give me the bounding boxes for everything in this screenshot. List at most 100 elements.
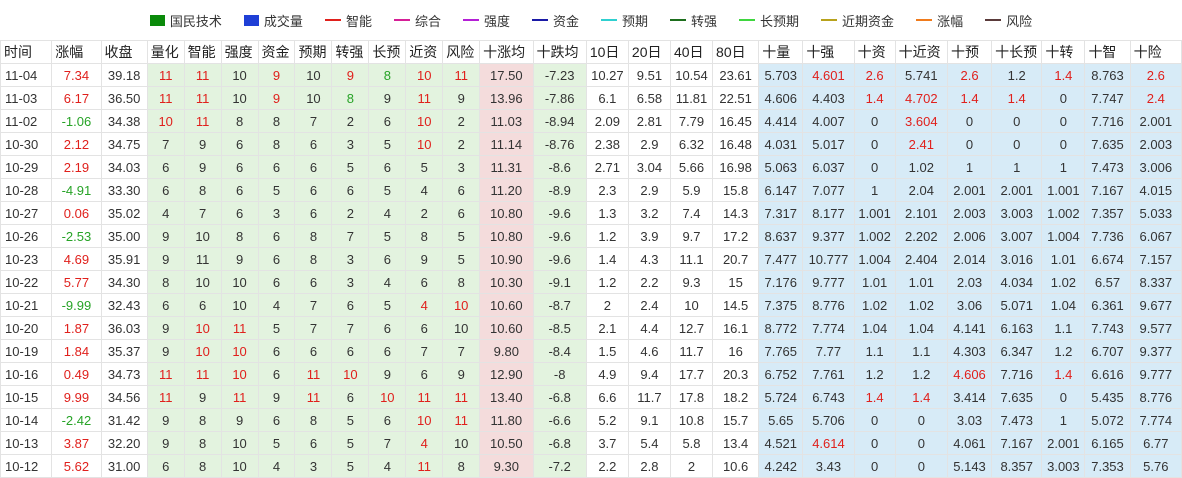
column-header[interactable]: 十转 [1041, 40, 1086, 64]
table-row[interactable]: 10-22 5.77 34.30 8 10 10 6 6 3 4 6 8 10.30 -9.1 1.2 2.2… [0, 270, 1182, 294]
legend-item[interactable]: 长预期 [739, 11, 799, 30]
column-header[interactable]: 十资 [853, 40, 896, 64]
table-row[interactable]: 10-13 3.87 32.20 9 8 10 5 6 5 7 4 10 10.50 -6.8 3.7 5.4… [0, 431, 1182, 455]
table-cell: 5.703 [758, 63, 804, 87]
column-header[interactable]: 预期 [294, 40, 333, 64]
table-cell: 2 [585, 293, 629, 317]
table-cell: 8.337 [1129, 270, 1182, 294]
column-header[interactable]: 转强 [331, 40, 370, 64]
column-header[interactable]: 十量 [758, 40, 804, 64]
column-header[interactable]: 量化 [146, 40, 185, 64]
column-header[interactable]: 十强 [802, 40, 855, 64]
table-cell: 6 [368, 155, 407, 179]
table-row[interactable]: 10-20 1.87 36.03 9 10 11 5 7 7 6 6 10 10.60 -8.5 2.1 4.… [0, 316, 1182, 340]
column-header[interactable]: 风险 [442, 40, 481, 64]
table-cell: 11 [442, 63, 481, 87]
legend-item[interactable]: 强度 [462, 11, 510, 30]
table-row[interactable]: 10-16 0.49 34.73 11 11 10 6 11 10 9 6 9 12.90 -8 4.9 9.… [0, 362, 1182, 386]
table-cell: 5.4 [627, 431, 671, 455]
column-header[interactable]: 资金 [257, 40, 296, 64]
table-row[interactable]: 11-04 7.34 39.18 11 11 10 9 10 9 8 10 11 17.50 -7.23 1… [0, 63, 1182, 87]
table-cell: 9 [442, 86, 481, 110]
legend-item[interactable]: 转强 [670, 11, 717, 30]
table-cell: 10 [220, 63, 259, 87]
table-cell: -7.23 [532, 63, 587, 87]
table-row[interactable]: 11-02 -1.06 34.38 10 11 8 8 7 2 6 10 2 11.03 -8.94 2.0… [0, 109, 1182, 133]
column-header[interactable]: 智能 [183, 40, 222, 64]
column-header[interactable]: 强度 [220, 40, 259, 64]
table-row[interactable]: 10-29 2.19 34.03 6 9 6 6 6 5 6 5 3 11.31 -8.6 2.71 3.04… [0, 155, 1182, 179]
table-cell: 8 [405, 224, 444, 248]
column-header[interactable]: 时间 [0, 40, 53, 64]
column-header[interactable]: 十预 [946, 40, 993, 64]
table-cell: 1.4 [1041, 362, 1086, 386]
table-cell: 4.606 [758, 86, 804, 110]
table-row[interactable]: 10-19 1.84 35.37 9 10 10 6 6 6 6 7 7 9.80 -8.4 1.5 4.6 1… [0, 339, 1182, 363]
table-cell: 1.2 [585, 224, 629, 248]
table-row[interactable]: 10-30 2.12 34.75 7 9 6 8 6 3 5 10 2 11.14 -8.76 2.38 2.… [0, 132, 1182, 156]
column-header[interactable]: 十跌均 [532, 40, 587, 64]
column-header[interactable]: 长预 [368, 40, 407, 64]
legend-item[interactable]: 智能 [324, 11, 372, 30]
table-cell: 4 [368, 454, 407, 478]
table-cell: 3 [331, 270, 370, 294]
table-cell: 4.034 [991, 270, 1043, 294]
table-cell: 34.30 [100, 270, 148, 294]
table-row[interactable]: 10-26 -2.53 35.00 9 10 8 6 8 7 5 8 5 10.80 -9.6 1.2 3.9… [0, 224, 1182, 248]
table-row[interactable]: 10-23 4.69 35.91 9 11 9 6 8 3 6 9 5 10.90 -9.6 1.4 4.3 1… [0, 247, 1182, 271]
column-header[interactable]: 十长预 [991, 40, 1043, 64]
legend-label: 成交量 [263, 13, 303, 29]
table-row[interactable]: 10-15 9.99 34.56 11 9 11 9 11 6 10 11 11 13.40 -6.8 6.… [0, 385, 1182, 409]
legend-item[interactable]: 国民技术 [149, 11, 222, 30]
table-row[interactable]: 10-27 0.06 35.02 4 7 6 3 6 2 4 2 6 10.80 -9.6 1.3 3.2 7.… [0, 201, 1182, 225]
table-cell: 4.521 [758, 431, 804, 455]
table-row[interactable]: 10-21 -9.99 32.43 6 6 10 4 7 6 5 4 10 10.60 -8.7 2 2.4 1… [0, 293, 1182, 317]
table-row[interactable]: 11-03 6.17 36.50 11 11 10 9 10 8 9 11 9 13.96 -7.86 6.… [0, 86, 1182, 110]
table-cell: 10 [442, 293, 481, 317]
legend-item[interactable]: 预期 [601, 11, 648, 30]
table-cell: 34.56 [100, 385, 148, 409]
column-header[interactable]: 80日 [712, 40, 760, 64]
legend-item[interactable]: 综合 [393, 11, 441, 30]
column-header[interactable]: 10日 [585, 40, 629, 64]
table-cell: 7.077 [802, 178, 855, 202]
table-cell: 16.1 [712, 316, 760, 340]
column-header[interactable]: 20日 [627, 40, 671, 64]
table-row[interactable]: 10-14 -2.42 31.42 9 8 9 6 8 5 6 10 11 11.80 -6.6 5.2 9.… [0, 408, 1182, 432]
table-cell: 9.777 [1129, 362, 1182, 386]
column-header[interactable]: 十险 [1129, 40, 1182, 64]
table-cell: 7 [294, 293, 333, 317]
table-cell: 5.66 [669, 155, 714, 179]
table-cell: 2.9 [627, 132, 671, 156]
table-cell: 2 [442, 132, 481, 156]
table-row[interactable]: 10-12 5.62 31.00 6 8 10 4 3 5 4 11 8 9.30 -7.2 2.2 2.8 2… [0, 454, 1182, 478]
table-cell: 4.614 [802, 431, 855, 455]
legend-item[interactable]: 近期资金 [821, 11, 894, 30]
table-cell: 10.60 [479, 316, 534, 340]
column-header[interactable]: 40日 [669, 40, 714, 64]
column-header[interactable]: 涨幅 [51, 40, 102, 64]
table-cell: 4 [405, 178, 444, 202]
column-header[interactable]: 近资 [405, 40, 444, 64]
table-cell: 6 [405, 362, 444, 386]
table-cell: 11 [146, 385, 185, 409]
table-cell: 11 [442, 408, 481, 432]
legend-item[interactable]: 风险 [985, 11, 1032, 30]
table-cell: 4 [405, 431, 444, 455]
table-cell: 10 [220, 362, 259, 386]
table-cell: 0 [853, 132, 896, 156]
table-cell: 4.242 [758, 454, 804, 478]
table-cell: 6 [442, 178, 481, 202]
column-header[interactable]: 十近资 [894, 40, 948, 64]
legend-item[interactable]: 涨幅 [916, 11, 963, 30]
column-header[interactable]: 收盘 [100, 40, 148, 64]
table-cell: 10 [442, 431, 481, 455]
legend-item[interactable]: 资金 [531, 11, 579, 30]
table-cell: 11 [183, 247, 222, 271]
column-header[interactable]: 十智 [1084, 40, 1131, 64]
column-header[interactable]: 十涨均 [479, 40, 534, 64]
legend-item[interactable]: 成交量 [243, 11, 303, 30]
table-row[interactable]: 10-28 -4.91 33.30 6 8 6 5 6 6 5 4 6 11.20 -8.9 2.3 2.9 5… [0, 178, 1182, 202]
table-cell: -9.1 [532, 270, 587, 294]
table-cell: 7 [146, 132, 185, 156]
